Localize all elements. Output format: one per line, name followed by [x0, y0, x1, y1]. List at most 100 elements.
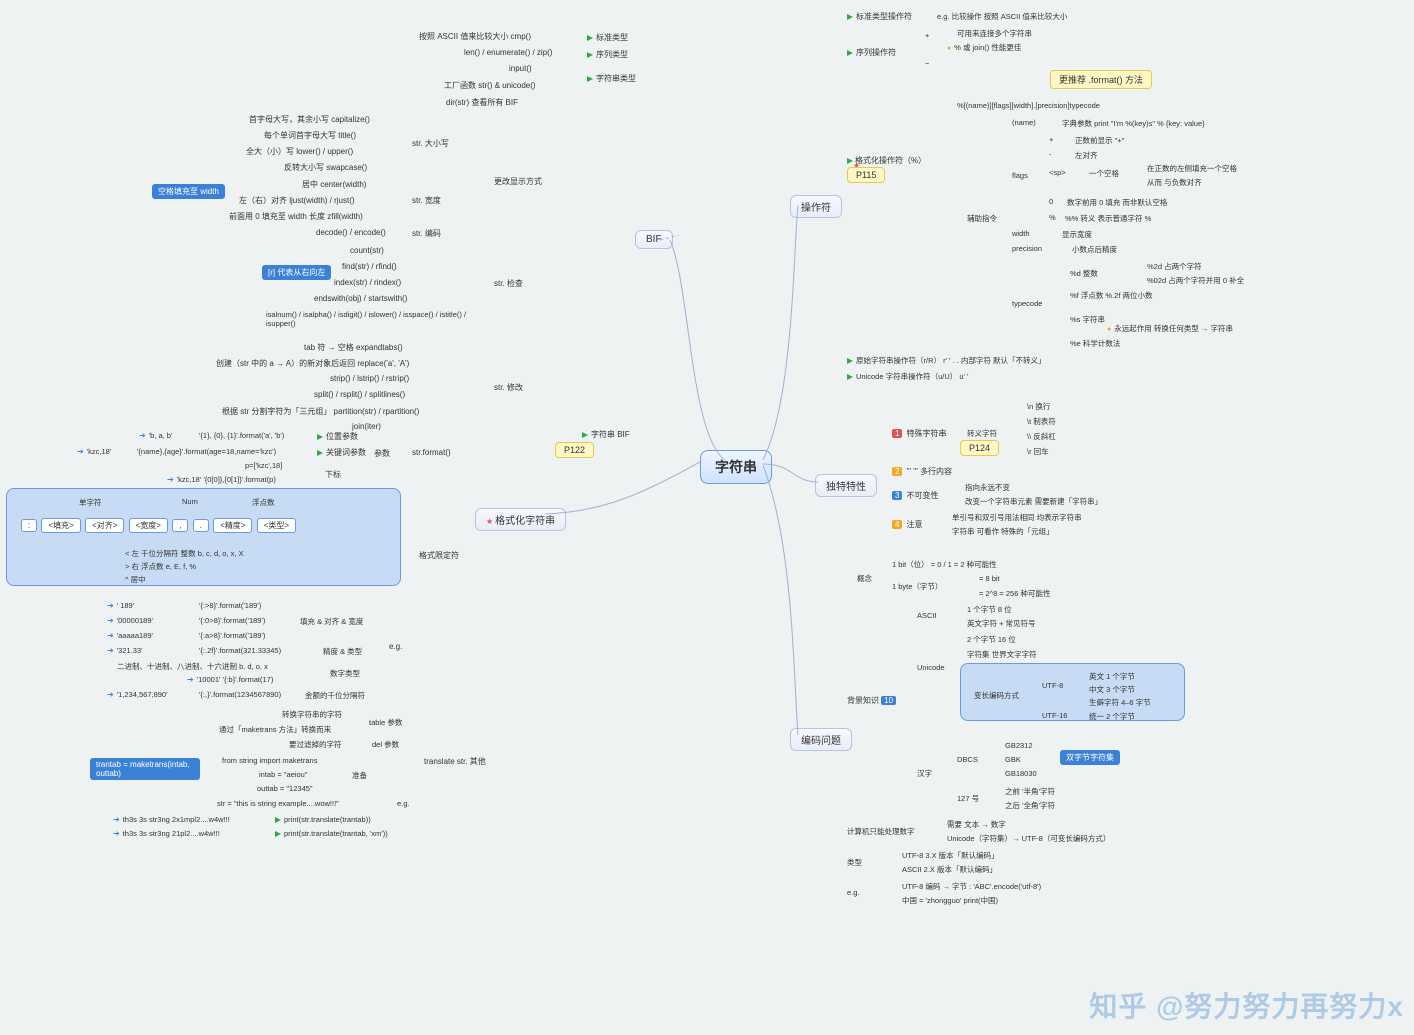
tag-dbcs: 双字节字符集 [1060, 750, 1120, 765]
pill-width: <宽度> [129, 518, 168, 533]
sf-ex2b: '{name},{age}'.format(age=18,name='kzc') [130, 444, 283, 459]
fl-eg2b: '{:0>8}'.format('189') [192, 613, 272, 628]
m-isx: isalnum() / isalpha() / isdigit() / islo… [262, 308, 472, 330]
fl-eg2t: 填充 & 对齐 & 宽度 [293, 613, 370, 630]
op-f2: - [1042, 147, 1059, 162]
enc-utf8: UTF-8 [1035, 678, 1070, 693]
enc-type: 类型 [840, 854, 869, 871]
fmtlim-title: 格式限定符 [415, 548, 463, 563]
fl-eg4a: '321.33' [100, 643, 150, 658]
fmt-recommend: 更推荐 .format() 方法 [1050, 70, 1152, 89]
op-f3: <sp> [1042, 165, 1073, 180]
fl-eg2a: '00000189' [100, 613, 160, 628]
tr-r2: th3s 3s str3ng 21pl2....w4w!!! [106, 826, 227, 841]
op-f4r: 数字前用 0 填充 而非默认空格 [1060, 194, 1174, 211]
fl-a3: ^ 居中 [118, 571, 153, 588]
m-part: 根据 str 分割字符为「三元组」 partition(str) / rpart… [218, 404, 423, 419]
op-width: width [1005, 226, 1037, 241]
enc-utf16: UTF-16 [1035, 708, 1074, 723]
enc-eg2: 中国 = 'zhongguo' print(中国) [895, 892, 1005, 909]
tr-top3: 要过滤掉的字符 [282, 736, 349, 753]
enc-bg: 背景知识 10 [840, 692, 903, 709]
op-f5r: %% 转义 表示普通字符 % [1058, 210, 1158, 227]
fl-pills: : <填充> <对齐> <宽度> , . <精度> <类型> [14, 515, 305, 536]
link-root-enc [763, 465, 803, 740]
m-cat-mod: str. 修改 [490, 380, 527, 395]
enc-ascii2: 英文字符 + 常见符号 [960, 615, 1043, 632]
fl-eg6t: 金额的千位分隔符 [298, 687, 372, 704]
m-cat-codec: str. 编码 [408, 226, 445, 241]
op-std-eg: e.g. 比较操作 按照 ASCII 值来比较大小 [930, 8, 1074, 25]
fl-eg6a: '1,234,567,890' [100, 687, 175, 702]
u-s1: 1特殊字符串 [885, 425, 953, 442]
u-s3b: 改变一个字符串元素 需要新建「字符串」 [958, 493, 1109, 510]
m-ends: endswith(obj) / startswith() [310, 292, 411, 305]
m-find: find(str) / rfind() [338, 260, 401, 273]
bif-str-type: 字符串类型 [580, 70, 643, 87]
m-cap: 首字母大写，其余小写 capitalize() [245, 112, 374, 127]
pill-colon: : [21, 519, 37, 532]
op-f3r: 一个空格 [1082, 165, 1126, 182]
pill-type: <类型> [257, 518, 296, 533]
u-s4: 4注意 [885, 516, 929, 533]
enc-byte1: = 8 bit [972, 571, 1007, 586]
m-case: 全大（小）写 lower() / upper() [242, 144, 357, 159]
op-tc: typecode [1005, 296, 1049, 311]
enc-utf16a: 统一 2 个字节 [1082, 708, 1142, 725]
fl-eg4t: 精度 & 类型 [316, 643, 369, 660]
fl-egroup: e.g. [385, 640, 406, 653]
m-split: split() / rsplit() / splitlines() [310, 388, 409, 401]
fl-eg1a: ' 189' [100, 598, 141, 613]
enc-uni: Unicode [910, 660, 952, 675]
op-f4: 0 [1042, 194, 1060, 209]
m-replace: 创建（str 中的 a → A）的新对象后返回 replace('a', 'A'… [212, 356, 413, 371]
sf-ex1a: 'b, a, b' [132, 428, 179, 443]
enc-byte2: = 2^8 = 256 种可能性 [972, 585, 1057, 602]
strformat-params: 参数 [370, 446, 394, 461]
fl-eg5t: 数字类型 [323, 665, 367, 682]
m-cat-search: str. 检查 [490, 276, 527, 291]
enc-dbcs3: GB18030 [998, 766, 1044, 781]
bif-input: input() [505, 62, 536, 75]
pill-dot: . [193, 519, 209, 532]
op-plus: + [918, 28, 936, 43]
enc-byte: 1 byte（字节） [885, 578, 949, 595]
pill-fill: <填充> [41, 518, 80, 533]
op-prec-r: 小数点后精度 [1065, 241, 1124, 258]
bif-strfn: 字符串 BIF [575, 426, 637, 443]
fl-eg3b: '{:a>8}'.format('189') [192, 628, 272, 643]
tr-pprep: 准备 [345, 767, 374, 784]
sf-ex2a: 'kzc,18' [70, 444, 118, 459]
sf-ex1b: '{1}, {0}, {1}'.format('a', 'b') [192, 428, 291, 443]
bif-cmp: 按照 ASCII 值来比较大小 cmp() [415, 29, 535, 44]
bif-dir: dir(str) 查看所有 BIF [442, 95, 522, 110]
enc-uni2: 字符集 世界文字字符 [960, 646, 1044, 663]
op-name-r: 字典参数 print "I'm %(key)s" % {key: value} [1055, 115, 1212, 132]
m-codec: decode() / encode() [312, 226, 390, 239]
pill-align: <对齐> [85, 518, 124, 533]
main-unique[interactable]: 独特特性 [815, 474, 877, 497]
bif-len-type: 序列类型 [580, 46, 635, 63]
bif-factory: 工厂函数 str() & unicode() [440, 78, 540, 93]
enc-hanzi: 汉字 [910, 765, 939, 782]
sf-ex1t: 位置参数 [310, 428, 365, 445]
sf-ex3t: 下标 [318, 466, 348, 483]
fl-eg1b: '{:>8}'.format('189') [192, 598, 268, 613]
fl-eg3a: 'aaaaa189' [100, 628, 160, 643]
m-cat-width: str. 宽度 [408, 193, 445, 208]
tr-r2b: print(str.translate(trantab, 'xm')) [268, 826, 395, 841]
tag-r-end: [r] 代表从右向左 [262, 265, 331, 280]
op-flags: flags [1005, 168, 1035, 183]
enc-ascii: ASCII [910, 608, 944, 623]
link-root-fmt [545, 462, 705, 522]
tr-p2: intab = "aeiou" [252, 767, 315, 782]
pill-prec: <精度> [213, 518, 252, 533]
op-std: 标准类型操作符 [840, 8, 919, 25]
m-cat-case: str. 大小写 [408, 136, 453, 151]
fl-eg5c: '10001' '{:b}'.format(17) [180, 672, 280, 687]
tr-p3: outtab = "12345" [250, 781, 320, 796]
sf-ex2t: 关键词参数 [310, 444, 373, 461]
enc-h127b: 之后 '全角'字符 [998, 797, 1062, 814]
m-change-display: 更改显示方式 [490, 174, 546, 189]
fl-h2: Num [175, 494, 205, 509]
